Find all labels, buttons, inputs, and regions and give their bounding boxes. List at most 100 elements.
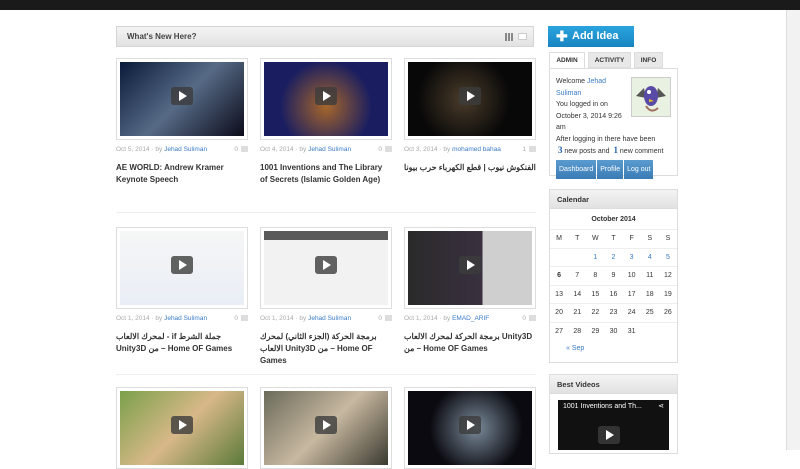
calendar-day-link[interactable]: 4: [648, 254, 652, 261]
post-item: Oct 4, 2014 · by Jehad Suliman 0 1001 Inv…: [260, 58, 392, 186]
play-icon[interactable]: [459, 256, 481, 274]
author-link[interactable]: EMAD_ARIF: [452, 315, 489, 322]
add-idea-button[interactable]: ✚ Add Idea: [548, 26, 634, 47]
post-thumbnail[interactable]: [260, 227, 392, 309]
post-meta: Oct 1, 2014 · by Jehad Suliman 0: [116, 315, 248, 322]
profile-button[interactable]: Profile: [597, 159, 624, 179]
comment-count[interactable]: 0: [522, 315, 536, 322]
calendar-title: Calendar: [550, 190, 677, 209]
weekday-header: S: [640, 229, 659, 248]
calendar-day[interactable]: 2: [604, 247, 623, 267]
calendar-widget: Calendar October 2014 MTWTFSS 1234567891…: [549, 189, 678, 363]
author-link[interactable]: Jehad Suliman: [308, 315, 351, 322]
post-title[interactable]: 1001 Inventions and The Library of Secre…: [260, 162, 392, 186]
tab-info[interactable]: INFO: [634, 52, 663, 68]
tab-activity[interactable]: ACTIVITY: [588, 52, 631, 68]
calendar-day: 30: [604, 321, 623, 341]
calendar-day: 15: [586, 284, 605, 304]
author-link[interactable]: Jehad Suliman: [164, 146, 207, 153]
calendar-empty: [568, 247, 587, 267]
play-icon[interactable]: [598, 426, 620, 444]
scrollbar[interactable]: [786, 10, 800, 450]
dashboard-button[interactable]: Dashboard: [556, 159, 597, 179]
post-thumbnail[interactable]: [404, 387, 536, 469]
calendar-day: 19: [658, 284, 677, 304]
play-icon[interactable]: [459, 87, 481, 105]
calendar-day: 24: [622, 303, 641, 322]
post-date: Oct 1, 2014: [116, 315, 150, 322]
post-title[interactable]: الفنكوش نيوب | قطع الكهرباء حرب بيونا: [404, 162, 536, 174]
previous-month-link[interactable]: « Sep: [566, 345, 584, 352]
post-thumbnail[interactable]: [116, 58, 248, 140]
post-thumbnail[interactable]: [404, 227, 536, 309]
calendar-day[interactable]: 5: [658, 247, 677, 267]
new-posts-count: 3: [557, 145, 563, 155]
calendar-empty: [658, 321, 677, 341]
post-thumbnail[interactable]: [116, 387, 248, 469]
post-title[interactable]: برمجة الحركة (الجزء الثاني) لمحرك الالعا…: [260, 331, 392, 367]
author-link[interactable]: Jehad Suliman: [164, 315, 207, 322]
post-thumbnail[interactable]: [116, 227, 248, 309]
play-icon[interactable]: [171, 87, 193, 105]
play-icon[interactable]: [315, 416, 337, 434]
comment-count[interactable]: 0: [378, 315, 392, 322]
post-meta: Oct 1, 2014 · by Jehad Suliman 0: [260, 315, 392, 322]
post-meta: Oct 4, 2014 · by Jehad Suliman 0: [260, 146, 392, 153]
post-thumbnail[interactable]: [260, 58, 392, 140]
best-videos-title: Best Videos: [550, 375, 677, 394]
post-date: Oct 4, 2014: [260, 146, 294, 153]
calendar-month: October 2014: [591, 216, 636, 223]
add-idea-label: Add Idea: [572, 30, 619, 42]
calendar-day: 6: [550, 266, 569, 285]
post-title[interactable]: لمحرك الالعاب - if جملة الشرط Unity3D من…: [116, 331, 248, 355]
comment-count[interactable]: 0: [234, 146, 248, 153]
calendar-day: 28: [568, 321, 587, 341]
calendar-day[interactable]: 4: [640, 247, 659, 267]
video-player[interactable]: 1001 Inventions and Th... ⋖: [558, 400, 669, 450]
calendar-day: 9: [604, 266, 623, 285]
calendar-empty: [550, 247, 569, 267]
post-item: Oct 1, 2014 · by Jehad Suliman 0 لمحرك ال…: [116, 227, 248, 355]
post-meta: Oct 5, 2014 · by Jehad Suliman 0: [116, 146, 248, 153]
calendar-day-link[interactable]: 3: [630, 254, 634, 261]
author-link[interactable]: Jehad Suliman: [308, 146, 351, 153]
post-thumbnail[interactable]: [260, 387, 392, 469]
post-title[interactable]: برمجة الحركة لمحرك الالعاب Unity3D من – …: [404, 331, 536, 355]
calendar-day: 11: [640, 266, 659, 285]
calendar-day: 20: [550, 303, 569, 322]
post-title[interactable]: AE WORLD: Andrew Kramer Keynote Speech: [116, 162, 248, 186]
calendar-day: 13: [550, 284, 569, 304]
list-view-icon[interactable]: [518, 33, 527, 40]
calendar-day: 23: [604, 303, 623, 322]
share-icon[interactable]: ⋖: [658, 402, 664, 410]
calendar-day-link[interactable]: 1: [593, 254, 597, 261]
by-label: by: [155, 146, 163, 153]
play-icon[interactable]: [171, 256, 193, 274]
post-item: Oct 1, 2014 · by Jehad Suliman 0 برمجة ال…: [260, 227, 392, 367]
author-link[interactable]: mohamed bahaa: [452, 146, 501, 153]
welcome-label: Welcome: [556, 78, 586, 85]
avatar: [631, 77, 671, 117]
post-thumbnail[interactable]: [404, 58, 536, 140]
calendar-day[interactable]: 1: [586, 247, 605, 267]
weekday-header: S: [658, 229, 677, 248]
comment-count[interactable]: 0: [378, 146, 392, 153]
calendar-day[interactable]: 3: [622, 247, 641, 267]
weekday-header: T: [568, 229, 587, 248]
play-icon[interactable]: [459, 416, 481, 434]
logout-button[interactable]: Log out: [624, 159, 654, 179]
row-divider: [116, 374, 536, 375]
by-label: by: [299, 146, 307, 153]
comment-count[interactable]: 1: [522, 146, 536, 153]
play-icon[interactable]: [171, 416, 193, 434]
calendar-day-link[interactable]: 5: [666, 254, 670, 261]
calendar-day-link[interactable]: 2: [612, 254, 616, 261]
post-date: Oct 1, 2014: [260, 315, 294, 322]
play-icon[interactable]: [315, 87, 337, 105]
grid-view-icon[interactable]: [505, 33, 513, 41]
play-icon[interactable]: [315, 256, 337, 274]
section-title: What's New Here?: [127, 32, 197, 41]
comment-count[interactable]: 0: [234, 315, 248, 322]
tab-admin[interactable]: ADMIN: [549, 52, 585, 69]
calendar-day: 7: [568, 266, 587, 285]
